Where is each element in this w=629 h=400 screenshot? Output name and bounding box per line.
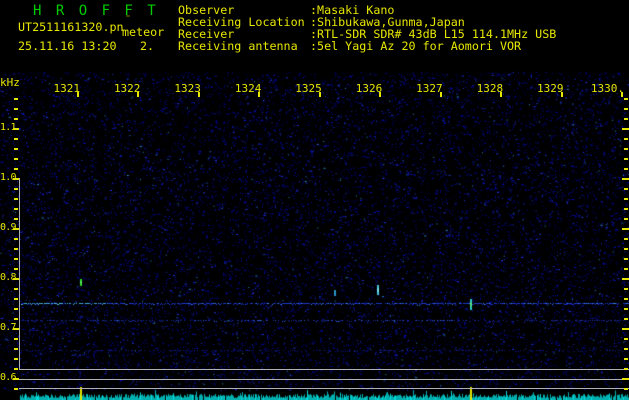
freq-tick-right [624, 258, 628, 260]
info-label-receiving-antenna: Receiving antenna [178, 39, 298, 53]
freq-tick-right [624, 268, 628, 270]
time-tick-label: 1324 [234, 82, 262, 95]
freq-tick-left [14, 218, 18, 220]
freq-tick-left [14, 348, 18, 350]
freq-tick-left [14, 288, 18, 290]
count-range-left-border [19, 178, 20, 369]
freq-tick-right [622, 328, 629, 330]
freq-tick-left [14, 298, 18, 300]
freq-tick-right [622, 378, 629, 380]
freq-tick-right [624, 388, 628, 390]
freq-tick-label: 0.9 [0, 222, 16, 233]
freq-tick-left [14, 208, 18, 210]
station-name: meteor [122, 25, 165, 39]
time-tick-label: 1322 [113, 82, 141, 95]
freq-tick-right [624, 288, 628, 290]
freq-tick-left [14, 338, 18, 340]
time-tick-label: 1329 [537, 82, 564, 95]
hrofft-screen: H R O F F T UT2511161320.pn ¨ meteor 25.… [0, 0, 629, 400]
output-filename: UT2511161320.pn [18, 20, 124, 34]
app-title: H R O F F T [33, 3, 159, 19]
freq-tick-left [14, 148, 18, 150]
freq-tick-right [624, 158, 628, 160]
freq-tick-left [14, 138, 18, 140]
freq-tick-right [624, 108, 628, 110]
time-tick-label: 1321 [53, 82, 81, 95]
freq-tick-right [622, 128, 629, 130]
freq-tick-right [624, 348, 628, 350]
freq-tick-left [14, 258, 18, 260]
freq-tick-left [14, 158, 18, 160]
bottom-panel-line-2 [19, 379, 629, 380]
freq-axis-unit: kHz [0, 76, 20, 89]
time-tick-label: 1328 [476, 82, 504, 95]
freq-tick-left [14, 368, 18, 370]
freq-tick-left [14, 238, 18, 240]
freq-tick-right [624, 248, 628, 250]
time-tick-label: 1326 [355, 82, 383, 95]
freq-tick-right [624, 218, 628, 220]
echo-count: 2. [140, 39, 155, 53]
freq-tick-right [624, 298, 628, 300]
freq-tick-left [14, 318, 18, 320]
freq-tick-left [14, 98, 18, 100]
freq-tick-right [622, 178, 629, 180]
freq-tick-right [624, 308, 628, 310]
freq-tick-right [624, 338, 628, 340]
freq-tick-right [624, 238, 628, 240]
freq-tick-right [624, 118, 628, 120]
freq-tick-left [14, 108, 18, 110]
time-tick-label: 1330. [590, 82, 624, 95]
time-tick-label: 1325 [295, 82, 322, 95]
freq-tick-right [624, 148, 628, 150]
bottom-panel-line-1 [19, 369, 629, 370]
info-value-receiving-antenna: :5el Yagi Az 20 for Aomori VOR [310, 39, 522, 53]
time-tick-label: 1327 [416, 82, 443, 95]
spectrogram-canvas [0, 0, 629, 400]
freq-tick-label: 1.0 [0, 172, 16, 183]
freq-tick-right [624, 98, 628, 100]
freq-tick-left [14, 168, 18, 170]
freq-tick-left [14, 188, 18, 190]
bottom-panel-line-3 [19, 388, 629, 389]
freq-tick-label: 1.1 [0, 122, 16, 133]
freq-tick-right [624, 188, 628, 190]
freq-tick-left [14, 358, 18, 360]
freq-tick-right [624, 198, 628, 200]
freq-tick-right [624, 208, 628, 210]
observation-datetime: 25.11.16 13:20 [18, 39, 117, 53]
freq-tick-right [624, 138, 628, 140]
freq-tick-left [14, 308, 18, 310]
freq-tick-right [624, 168, 628, 170]
freq-tick-left [14, 388, 18, 390]
freq-tick-label: 0.8 [0, 272, 16, 283]
freq-tick-label: 0.7 [0, 322, 16, 333]
freq-tick-left [14, 268, 18, 270]
freq-tick-right [624, 358, 628, 360]
freq-tick-label: 0.6 [0, 372, 16, 383]
time-tick-label: 1323 [174, 82, 201, 95]
freq-tick-right [622, 228, 629, 230]
freq-tick-right [624, 368, 628, 370]
freq-tick-right [622, 278, 629, 280]
freq-tick-left [14, 248, 18, 250]
freq-tick-left [14, 198, 18, 200]
freq-tick-right [624, 318, 628, 320]
freq-tick-left [14, 118, 18, 120]
